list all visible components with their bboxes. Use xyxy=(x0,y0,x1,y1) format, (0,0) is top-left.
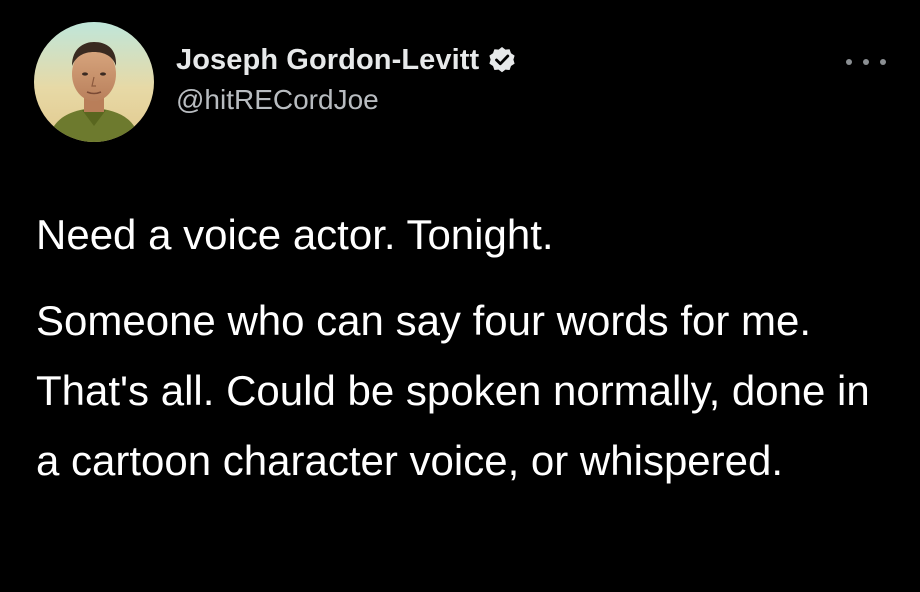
author-info: Joseph Gordon-Levitt @hitRECordJoe xyxy=(176,40,517,116)
display-name-row: Joseph Gordon-Levitt xyxy=(176,40,517,80)
author-display-name[interactable]: Joseph Gordon-Levitt xyxy=(176,44,479,77)
more-options-icon[interactable] xyxy=(846,52,886,72)
tweet-paragraph: Someone who can say four words for me. T… xyxy=(36,297,870,484)
tweet-card: Joseph Gordon-Levitt @hitRECordJoe Need … xyxy=(0,0,920,592)
dot xyxy=(846,59,852,65)
dot xyxy=(863,59,869,65)
author-handle[interactable]: @hitRECordJoe xyxy=(176,84,517,116)
avatar-photo-icon xyxy=(34,22,154,142)
verified-badge-icon xyxy=(487,45,517,75)
author-avatar[interactable] xyxy=(34,22,154,142)
tweet-text: Need a voice actor. Tonight. Someone who… xyxy=(36,200,896,496)
tweet-paragraph: Need a voice actor. Tonight. xyxy=(36,211,554,258)
dot xyxy=(880,59,886,65)
